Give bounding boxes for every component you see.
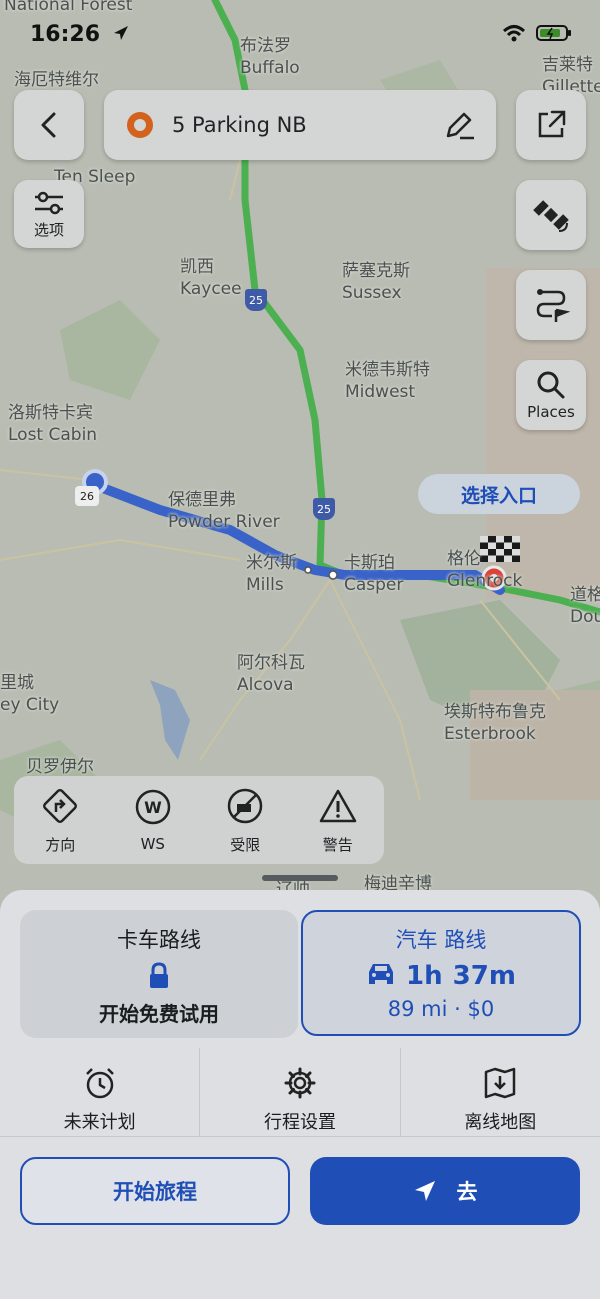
navigation-arrow-icon bbox=[414, 1181, 435, 1201]
place-label: National Forest bbox=[4, 0, 133, 15]
satellite-icon bbox=[533, 200, 569, 232]
share-icon bbox=[538, 110, 566, 138]
sheet-drag-handle[interactable] bbox=[262, 875, 338, 881]
route-flag-icon bbox=[536, 289, 570, 322]
back-button[interactable] bbox=[14, 90, 84, 160]
car-icon bbox=[369, 964, 394, 984]
tool-directions[interactable]: 方向 bbox=[40, 786, 80, 855]
route-overview-button[interactable] bbox=[516, 270, 586, 340]
place-label: 保德里弗 Powder River bbox=[168, 490, 280, 532]
place-label: 格伦 Glenrock bbox=[447, 549, 523, 591]
start-trip-button[interactable]: 开始旅程 bbox=[20, 1157, 290, 1225]
status-icons bbox=[502, 24, 572, 42]
sliders-icon bbox=[35, 191, 63, 214]
weigh-station-icon: W bbox=[135, 789, 170, 825]
place-label: 道格 Dou bbox=[570, 585, 600, 627]
tool-weigh-station[interactable]: W WS bbox=[133, 787, 173, 853]
place-label: 布法罗 Buffalo bbox=[240, 36, 300, 78]
edit-pencil-icon[interactable] bbox=[442, 108, 476, 142]
search-icon bbox=[537, 371, 565, 399]
satellite-button[interactable] bbox=[516, 180, 586, 250]
offline-maps-button[interactable]: 离线地图 bbox=[401, 1048, 600, 1136]
route-actions: 未来计划 行程设置 离线地图 bbox=[0, 1048, 600, 1136]
restricted-icon bbox=[228, 788, 263, 823]
chevron-left-icon bbox=[41, 112, 56, 138]
destination-marker-icon bbox=[127, 112, 153, 138]
options-label: 选项 bbox=[33, 220, 64, 239]
map-tool-strip: 方向 W WS 受限 警告 bbox=[14, 776, 384, 864]
place-label: 萨塞克斯 Sussex bbox=[342, 261, 410, 303]
free-trial-label: 开始免费试用 bbox=[99, 1002, 219, 1026]
car-route-distance: 89 mi · $0 bbox=[387, 997, 495, 1021]
destination-bar[interactable]: 5 Parking NB bbox=[104, 90, 496, 160]
interstate-shield: 25 bbox=[245, 289, 267, 311]
svg-text:W: W bbox=[144, 798, 162, 817]
lock-icon bbox=[150, 962, 168, 988]
place-label: 米德韦斯特 Midwest bbox=[345, 360, 430, 402]
route-sheet: 卡车路线 开始免费试用 汽车 路线 1h 37m 89 mi · $0 未来计划… bbox=[0, 890, 600, 1299]
select-entrance-chip[interactable]: 选择入口 bbox=[418, 474, 580, 514]
car-route-title: 汽车 路线 bbox=[395, 928, 487, 952]
tool-warning[interactable]: 警告 bbox=[318, 786, 358, 855]
us-route-shield: 26 bbox=[75, 486, 99, 506]
primary-actions: 开始旅程 去 bbox=[0, 1136, 600, 1299]
wifi-icon bbox=[502, 25, 526, 42]
location-arrow-icon bbox=[113, 26, 128, 40]
alarm-clock-icon bbox=[85, 1068, 114, 1099]
car-route-duration: 1h 37m bbox=[303, 960, 579, 991]
places-label: Places bbox=[527, 403, 575, 421]
place-label: 里城 ey City bbox=[0, 673, 60, 715]
interstate-shield: 25 bbox=[313, 498, 335, 520]
place-label: 凯西 Kaycee bbox=[180, 257, 242, 299]
warning-icon bbox=[319, 789, 356, 822]
share-button[interactable] bbox=[516, 90, 586, 160]
places-button[interactable]: Places bbox=[516, 360, 586, 430]
status-time: 16:26 bbox=[30, 22, 130, 47]
turn-direction-icon bbox=[43, 788, 78, 823]
place-label: 洛斯特卡宾 Lost Cabin bbox=[8, 403, 98, 445]
place-label: 卡斯珀 Casper bbox=[344, 553, 404, 595]
tool-restricted[interactable]: 受限 bbox=[225, 786, 265, 855]
offline-map-icon bbox=[485, 1067, 516, 1099]
future-plan-button[interactable]: 未来计划 bbox=[0, 1048, 201, 1136]
truck-route-title: 卡车路线 bbox=[117, 928, 201, 952]
trip-settings-button[interactable]: 行程设置 bbox=[200, 1048, 401, 1136]
gear-icon bbox=[284, 1067, 316, 1099]
car-route-card[interactable]: 汽车 路线 1h 37m 89 mi · $0 bbox=[301, 910, 581, 1036]
place-label: 埃斯特布鲁克 Esterbrook bbox=[444, 702, 546, 744]
go-button[interactable]: 去 bbox=[310, 1157, 580, 1225]
place-label: 阿尔科瓦 Alcova bbox=[237, 653, 305, 695]
destination-name: 5 Parking NB bbox=[172, 113, 307, 137]
options-button[interactable]: 选项 bbox=[14, 180, 84, 248]
truck-route-card[interactable]: 卡车路线 开始免费试用 bbox=[20, 910, 298, 1038]
battery-icon bbox=[536, 25, 571, 41]
place-label: 海厄特维尔 bbox=[14, 70, 99, 90]
place-label: 米尔斯 Mills bbox=[246, 553, 297, 595]
place-label: 贝罗伊尔 bbox=[26, 757, 94, 777]
